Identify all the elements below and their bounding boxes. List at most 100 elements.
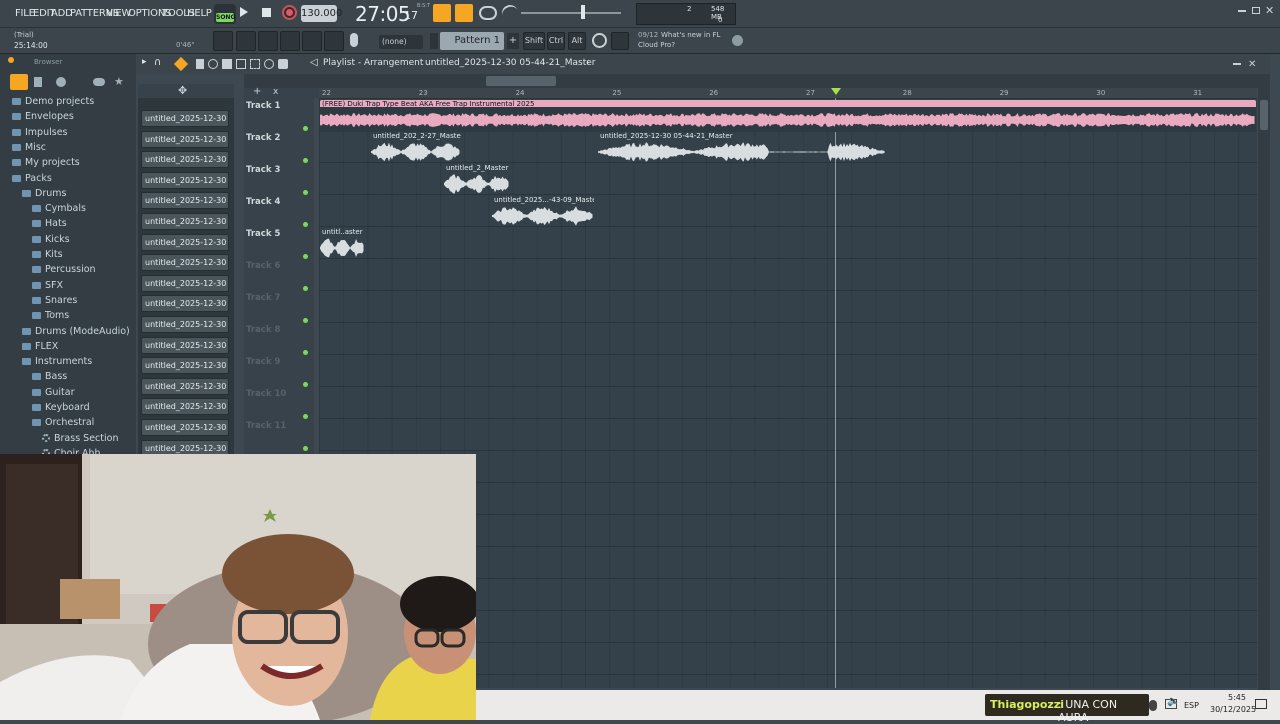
browser-options-icon[interactable] [8,57,14,63]
browser-item[interactable]: Demo projects [12,96,94,107]
ctrl-key-button[interactable]: Ctrl [547,32,565,50]
browser-item[interactable]: Guitar [32,387,74,398]
track-mute-led[interactable] [303,446,308,451]
master-pitch-slider[interactable] [521,12,621,14]
picker-clip[interactable]: untitled_2025-12-30 05- [141,213,229,230]
browser-item[interactable]: Envelopes [12,111,74,122]
snap-selector[interactable]: (none) [379,35,423,49]
playlist-overview[interactable] [244,74,1270,88]
playlist-close-icon[interactable]: ✕ [1248,59,1256,70]
track-name[interactable]: Track 5 [246,229,280,239]
track-name[interactable]: Track 2 [246,133,280,143]
volume-tray-icon[interactable]: 🔈 [1167,696,1179,707]
browser-item[interactable]: Hats [32,218,67,229]
audio-clip[interactable]: (FREE) Duki Trap Type Beat AKA Free Trap… [320,100,1256,132]
track-mute-led[interactable] [303,382,308,387]
browser-item[interactable]: Packs [0,170,136,185]
picker-clip[interactable]: untitled_2025-12-30 05- [141,110,229,127]
browser-cloud-icon[interactable] [93,78,105,86]
clock-date[interactable]: 30/12/2025 [1210,705,1256,714]
remove-icon[interactable]: x [273,87,278,97]
maximize-icon[interactable] [1252,7,1260,14]
select-tool-icon[interactable] [250,59,260,69]
track-mute-led[interactable] [303,286,308,291]
picker-clip[interactable]: untitled_2025-12-30 05- [141,151,229,169]
picker-clip[interactable]: untitled_2025-12-30 05- [141,274,229,292]
browser-item[interactable]: Keyboard [32,402,90,413]
browser-item[interactable]: Cymbals [32,203,86,214]
audio-clip[interactable]: untitled_2_Master [444,164,510,196]
slip-tool-icon[interactable] [236,59,246,69]
picker-clip[interactable]: untitled_2025-12-30 05- [141,254,229,272]
playback-tool-icon[interactable] [278,59,288,69]
browser-item[interactable]: Drums [22,188,66,199]
clock-time[interactable]: 5:45 [1228,693,1246,702]
song-time-display[interactable]: 27:05 [355,2,411,26]
browser-item[interactable]: Kits [32,249,63,260]
add-track-icon[interactable]: + [253,86,261,97]
close-icon[interactable]: ✕ [1265,4,1274,17]
magnet-icon[interactable]: ∩ [154,57,161,68]
news-globe-icon[interactable] [732,35,743,46]
track-mute-led[interactable] [303,126,308,131]
pattern-prev-arrow[interactable] [430,33,438,49]
track-mute-led[interactable] [303,414,308,419]
browser-item[interactable]: Impulses [12,127,68,138]
online-icon[interactable] [592,33,607,48]
track-mute-led[interactable] [303,222,308,227]
track-mute-led[interactable] [303,158,308,163]
browser-item[interactable]: Drums (ModeAudio) [22,326,130,337]
picker-clip[interactable]: untitled_2025-12-30 05- [141,130,229,148]
wait-input-icon[interactable] [499,2,521,24]
track-name[interactable]: Track 3 [246,165,280,175]
cart-icon[interactable] [611,32,629,50]
audio-clip[interactable]: untitled_2025...-43-09_Master [492,196,594,228]
track-name[interactable]: Track 7 [246,293,280,303]
browser-item[interactable]: Percussion [32,264,96,275]
audio-clip[interactable]: untitled_2025-12-30 05-44-21_Master [598,132,885,164]
menu-file[interactable]: FILE [15,8,35,19]
browser-item[interactable]: Instruments [0,354,136,369]
overview-scroll-handle[interactable] [486,76,556,86]
picker-clip[interactable]: untitled_2025-12-30 05- [141,398,229,416]
breadcrumb-arrow-icon[interactable]: › [586,58,590,68]
record-icon[interactable] [282,5,297,20]
browser-item[interactable]: Misc [12,142,46,153]
stop-icon[interactable] [262,8,271,17]
language-indicator[interactable]: ESP [1184,701,1199,710]
track-mute-led[interactable] [303,350,308,355]
plugin-picker-button[interactable] [302,31,322,51]
notifications-icon[interactable] [1255,699,1267,709]
playhead-marker-icon[interactable] [831,88,841,95]
picker-move-icon[interactable]: ✥ [178,84,187,97]
browser-toggle-button[interactable] [324,31,344,51]
mic-tray-icon[interactable] [1149,700,1157,711]
browser-item[interactable]: Toms [32,310,69,321]
minimize-icon[interactable] [1238,10,1246,12]
pitch-slider-handle[interactable] [581,5,585,19]
playlist-vscroll[interactable] [1258,74,1270,690]
track-name[interactable]: Track 11 [246,421,286,431]
mixer-button[interactable] [280,31,300,51]
track-mute-led[interactable] [303,190,308,195]
loop-record-icon[interactable] [479,6,497,20]
playlist-minimize-icon[interactable] [1233,63,1241,65]
audio-clip[interactable]: untitled_202_2-27_Master [371,132,461,164]
delete-tool-icon[interactable] [222,59,232,69]
track-name[interactable]: Track 1 [246,101,280,111]
shift-key-button[interactable]: Shift [523,32,545,50]
news-line-2[interactable]: Cloud Pro? [638,41,675,49]
picker-clip[interactable]: untitled_2025-12-30 05- [141,316,229,333]
pattern-selector[interactable]: Pattern 1 [440,32,504,50]
browser-item[interactable]: Kicks [32,234,70,245]
picker-clip[interactable]: untitled_2025-12-30 05- [141,357,229,375]
track-name[interactable]: Track 6 [246,261,280,271]
browser-item[interactable]: Bass [32,371,67,382]
track-name[interactable]: Track 10 [246,389,286,399]
pencil-tool-icon[interactable] [173,56,189,72]
zoom-tool-icon[interactable] [264,59,274,69]
countdown-button[interactable] [455,4,473,22]
microphone-icon[interactable] [350,33,358,47]
picker-clip[interactable]: untitled_2025-12-30 05- [141,419,229,436]
browser-item[interactable]: Brass Section [42,433,118,444]
